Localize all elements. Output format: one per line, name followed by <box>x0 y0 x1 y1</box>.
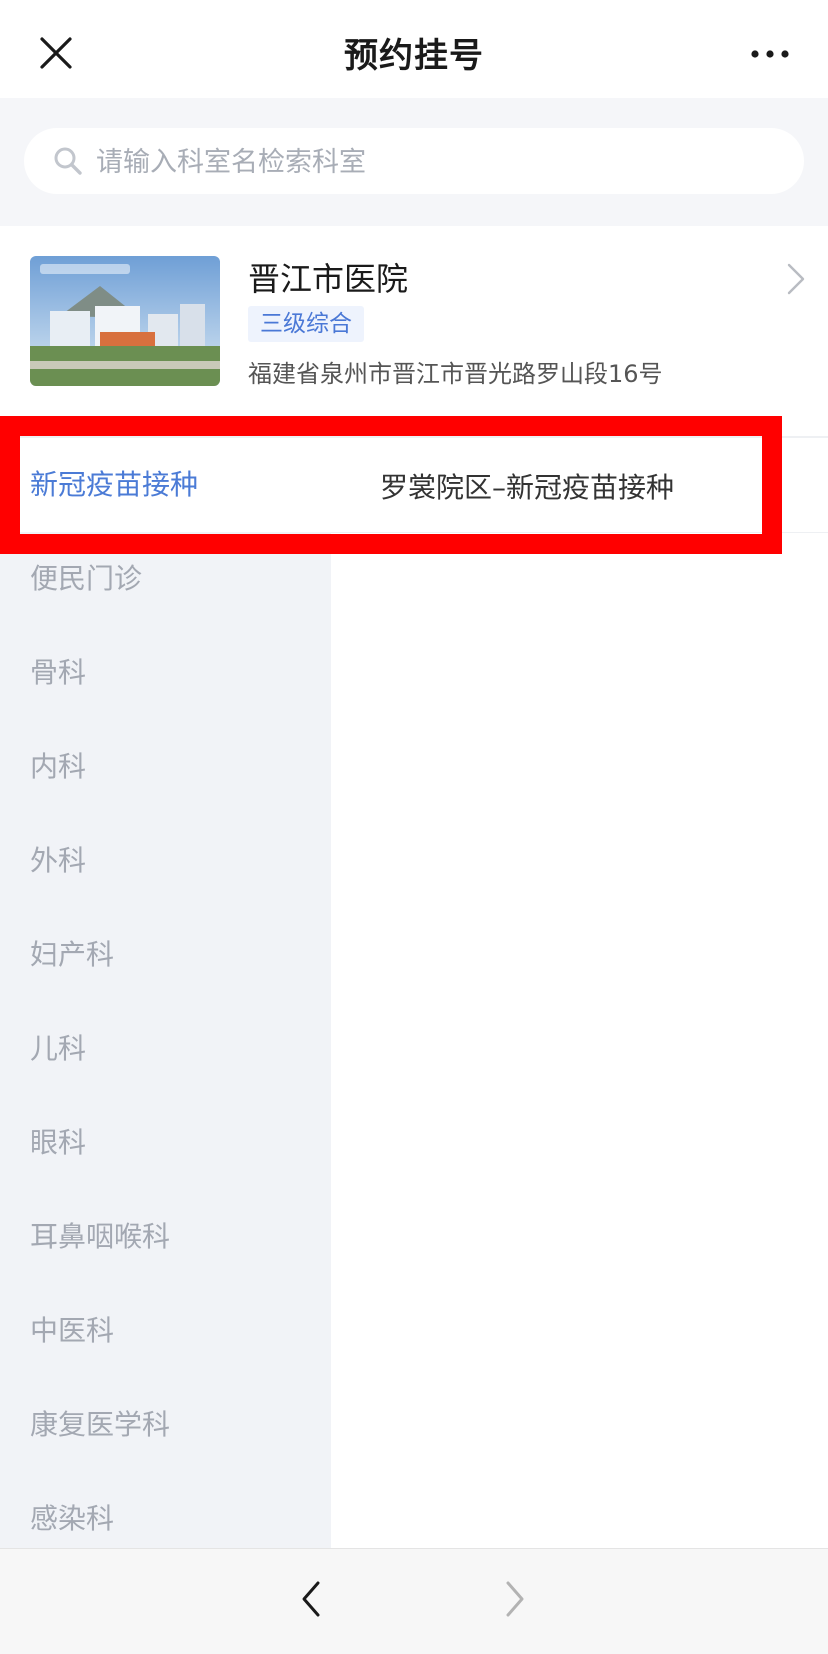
hospital-address: 福建省泉州市晋江市晋光路罗山段16号 <box>248 360 663 388</box>
sidebar-item-ophthalmology[interactable]: 眼科 <box>0 1096 331 1190</box>
sidebar-item-covid-vaccine[interactable]: 新冠疫苗接种 <box>0 438 331 532</box>
search-icon <box>54 147 82 175</box>
sidebar-item-obstetrics-gynecology[interactable]: 妇产科 <box>0 908 331 1002</box>
bottom-navigation-bar <box>0 1548 828 1654</box>
hospital-card[interactable]: 晋江市医院 三级综合 福建省泉州市晋江市晋光路罗山段16号 <box>0 226 828 436</box>
search-box[interactable] <box>24 128 804 196</box>
chevron-right-icon <box>787 263 805 295</box>
sidebar-item-convenience-clinic[interactable]: 便民门诊 <box>0 532 331 626</box>
search-area <box>0 98 828 226</box>
hospital-photo <box>30 256 220 386</box>
department-sidebar: 新冠疫苗接种 便民门诊 骨科 内科 外科 妇产科 儿科 眼科 耳鼻咽喉科 中医科… <box>0 438 331 1548</box>
sidebar-item-surgery[interactable]: 外科 <box>0 814 331 908</box>
top-navigation-bar: 预约挂号 <box>0 0 828 98</box>
hospital-name: 晋江市医院 <box>248 260 409 298</box>
sidebar-item-rehabilitation[interactable]: 康复医学科 <box>0 1378 331 1472</box>
chevron-right-icon <box>506 1581 524 1617</box>
chevron-left-icon[interactable] <box>296 1579 326 1619</box>
search-input[interactable] <box>94 128 778 196</box>
sidebar-item-internal-medicine[interactable]: 内科 <box>0 720 331 814</box>
sidebar-item-ent[interactable]: 耳鼻咽喉科 <box>0 1190 331 1284</box>
sidebar-item-orthopedics[interactable]: 骨科 <box>0 626 331 720</box>
department-area: 新冠疫苗接种 便民门诊 骨科 内科 外科 妇产科 儿科 眼科 耳鼻咽喉科 中医科… <box>0 436 828 1548</box>
more-icon[interactable] <box>750 44 790 64</box>
page-title: 预约挂号 <box>344 36 484 76</box>
sidebar-item-pediatrics[interactable]: 儿科 <box>0 1002 331 1096</box>
subdepartment-item[interactable]: 罗裳院区–新冠疫苗接种 <box>380 466 674 506</box>
sidebar-item-tcm[interactable]: 中医科 <box>0 1284 331 1378</box>
divider <box>331 532 828 533</box>
hospital-level-badge: 三级综合 <box>248 306 364 342</box>
